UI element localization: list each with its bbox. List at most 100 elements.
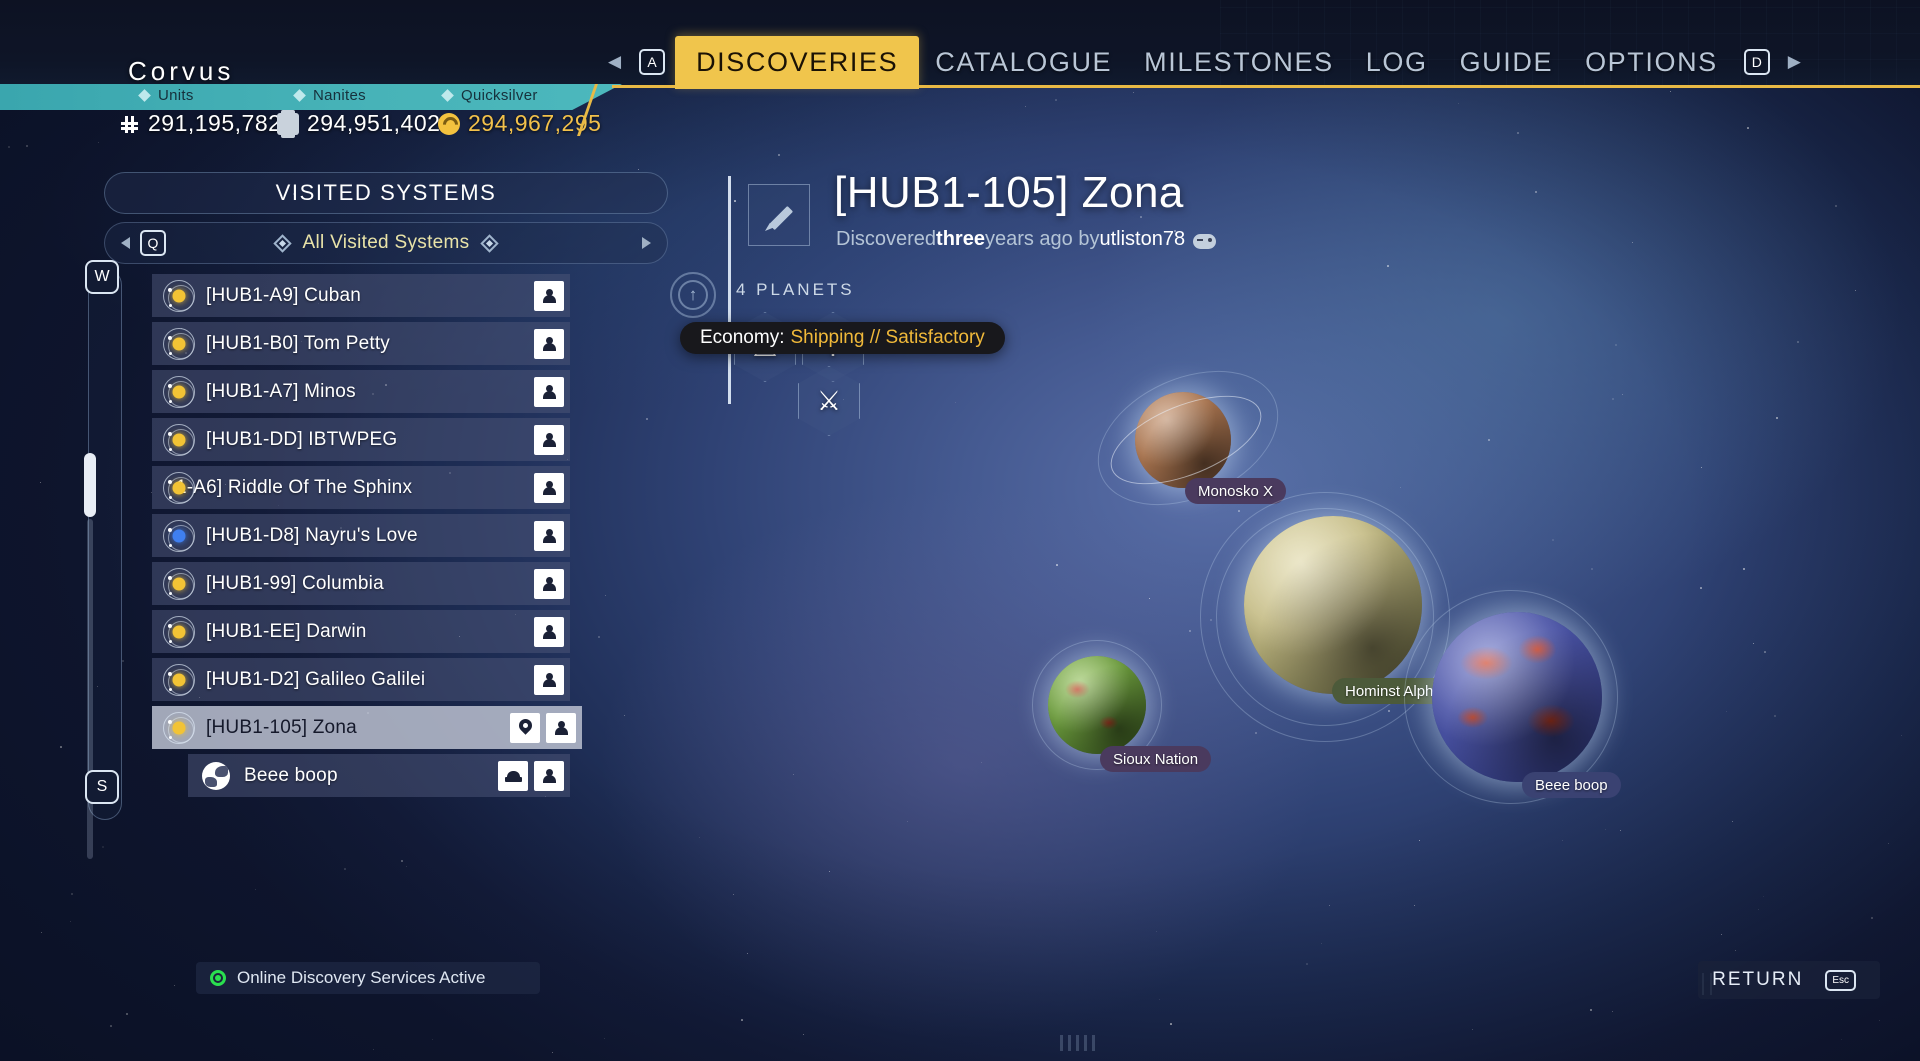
diamond-right-icon <box>480 233 500 253</box>
visited-systems-list: [HUB1-A9] Cuban [HUB1-B0] Tom Petty [HUB1-… <box>104 274 668 797</box>
sidebar-item-system[interactable]: 1-A6] Riddle Of The Sphinx <box>152 466 570 509</box>
moon-dot-icon <box>169 591 172 595</box>
person-icon <box>541 384 557 400</box>
discoverer-button[interactable] <box>546 712 576 743</box>
discoverer-button[interactable] <box>534 376 564 407</box>
scroll-down-key[interactable]: S <box>85 770 119 804</box>
return-label: RETURN <box>1712 969 1804 990</box>
tab-milestones[interactable]: MILESTONES <box>1128 38 1350 87</box>
moon-dot-icon <box>168 719 172 724</box>
system-name: [HUB1-105] Zona <box>206 716 357 738</box>
person-icon <box>541 768 557 784</box>
sidebar-item-system[interactable]: [HUB1-D8] Nayru's Love <box>152 514 570 557</box>
nav-next-arrow-icon[interactable]: ▶ <box>1780 52 1809 72</box>
system-name: [HUB1-B0] Tom Petty <box>206 332 391 354</box>
person-icon <box>541 624 557 640</box>
discoverer-button[interactable] <box>534 328 564 359</box>
tab-options[interactable]: OPTIONS <box>1569 38 1734 87</box>
system-name: [HUB1-99] Columbia <box>206 572 384 594</box>
tab-guide[interactable]: GUIDE <box>1444 38 1570 87</box>
rename-system-button[interactable] <box>748 184 810 246</box>
moon-dot-icon <box>168 671 172 676</box>
nav-prev-arrow-icon[interactable]: ◀ <box>600 52 629 72</box>
currency-label-units: Units <box>138 87 194 104</box>
moon-dot-icon <box>168 383 172 388</box>
discoverer-button[interactable] <box>534 568 564 599</box>
pencil-icon <box>764 200 794 230</box>
badge-conflict[interactable]: ⚔ <box>798 366 860 436</box>
sidebar-item-system[interactable]: [HUB1-DD] IBTWPEG <box>152 418 570 461</box>
system-name: [HUB1-DD] IBTWPEG <box>206 428 398 450</box>
scroll-up-key[interactable]: W <box>85 260 119 294</box>
return-button[interactable]: RETURN Esc <box>1698 961 1880 999</box>
system-name: [HUB1-A7] Minos <box>206 380 356 402</box>
detail-divider <box>728 176 731 404</box>
moon-dot-icon <box>169 639 172 643</box>
sidebar-item-system[interactable]: [HUB1-EE] Darwin <box>152 610 570 653</box>
system-filter-row[interactable]: Q All Visited Systems <box>104 222 668 264</box>
game-screen: Monosko X Hominst Alpha Beee boop Sioux … <box>0 0 1920 1061</box>
system-name: [HUB1-A9] Cuban <box>206 284 362 306</box>
nav-next-key[interactable]: D <box>1743 49 1770 75</box>
nav-prev-key[interactable]: A <box>639 49 666 75</box>
system-name: [HUB1-EE] Darwin <box>206 620 367 642</box>
sidebar-item-system[interactable]: [HUB1-D2] Galileo Galilei <box>152 658 570 701</box>
star-icon <box>163 567 195 600</box>
scrollbar-track[interactable] <box>87 519 93 859</box>
discoverer-button[interactable] <box>534 424 564 455</box>
star-icon <box>163 615 195 648</box>
discoverer-button[interactable] <box>534 520 564 551</box>
discoverer-button[interactable] <box>534 472 564 503</box>
scrollbar-thumb[interactable] <box>84 453 96 517</box>
system-name: [HUB1-D2] Galileo Galilei <box>206 668 426 690</box>
moon-dot-icon <box>168 479 172 484</box>
discoverer-button[interactable] <box>534 760 564 791</box>
nanites-icon <box>277 109 299 138</box>
moon-dot-icon <box>169 303 172 307</box>
person-icon <box>541 672 557 688</box>
planet-count-label: 4 PLANETS <box>736 280 855 299</box>
tab-discoveries[interactable]: DISCOVERIES <box>675 35 920 89</box>
scroll-top-button[interactable]: ↑ <box>670 272 716 318</box>
star-icon <box>163 519 195 552</box>
list-item-planet[interactable]: Beee boop <box>188 754 570 797</box>
diamond-icon <box>441 89 454 102</box>
tab-log[interactable]: LOG <box>1350 38 1444 87</box>
list-scrollbar[interactable] <box>84 268 122 859</box>
conflict-badge-icon: ⚔ <box>816 385 842 416</box>
sidebar-item-system[interactable]: [HUB1-B0] Tom Petty <box>152 322 570 365</box>
star-icon <box>163 423 195 456</box>
base-icon <box>504 770 522 782</box>
moon-dot-icon <box>168 335 172 340</box>
status-dot-icon <box>210 970 226 986</box>
person-icon <box>541 576 557 592</box>
person-icon <box>553 720 569 736</box>
bottom-tick-decor <box>1060 1035 1095 1051</box>
discoverer-button[interactable] <box>534 280 564 311</box>
economy-tooltip-value: Shipping // Satisfactory <box>790 327 985 348</box>
discoverer-name: utliston78 <box>1099 228 1186 250</box>
quicksilver-icon <box>438 112 460 135</box>
arrow-up-icon: ↑ <box>678 280 708 310</box>
currency-value-units: 291,195,782 <box>118 110 281 137</box>
sidebar-item-system[interactable]: [HUB1-105] Zona <box>152 706 582 749</box>
economy-tooltip: Economy: Shipping // Satisfactory <box>680 322 1005 354</box>
base-button[interactable] <box>498 760 528 791</box>
moon-dot-icon <box>168 575 172 580</box>
planet-icon <box>202 761 230 790</box>
discoverer-button[interactable] <box>534 664 564 695</box>
sidebar-item-system[interactable]: [HUB1-A7] Minos <box>152 370 570 413</box>
currency-labels: Units Nanites Quicksilver <box>0 84 640 110</box>
moon-dot-icon <box>169 351 172 355</box>
system-name: [HUB1-D8] Nayru's Love <box>206 524 418 546</box>
discoverer-button[interactable] <box>534 616 564 647</box>
person-icon <box>541 528 557 544</box>
sidebar-item-system[interactable]: [HUB1-99] Columbia <box>152 562 570 605</box>
currency-label-nanites: Nanites <box>293 87 366 104</box>
system-badges-row-2: ⚔ <box>798 366 860 436</box>
tab-catalogue[interactable]: CATALOGUE <box>919 38 1128 87</box>
diamond-icon <box>293 89 306 102</box>
sidebar-item-system[interactable]: [HUB1-A9] Cuban <box>152 274 570 317</box>
waypoint-button[interactable] <box>510 712 540 743</box>
moon-dot-icon <box>168 527 172 532</box>
